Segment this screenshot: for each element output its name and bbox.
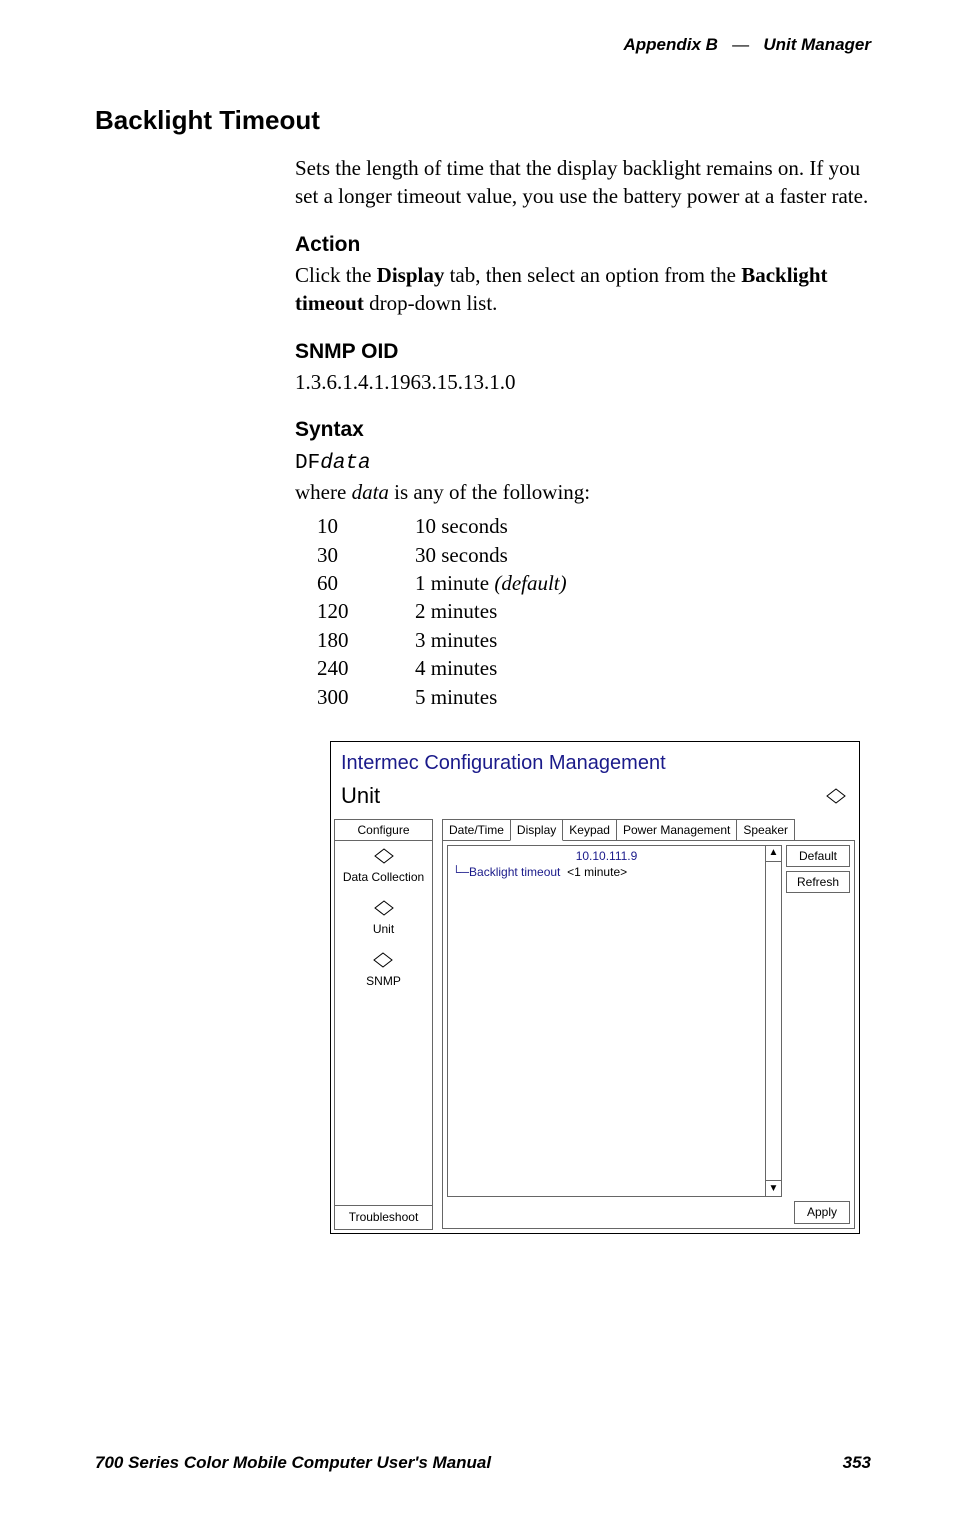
running-header: Appendix B — Unit Manager [95,35,871,55]
option-code: 300 [317,683,415,711]
row-value: <1 minute> [567,865,627,879]
action-text-pre: Click the [295,263,377,287]
tab[interactable]: Keypad [562,819,617,841]
option-desc: 30 seconds [415,541,567,569]
settings-listbox[interactable]: 10.10.111.9 └─Backlight timeout <1 minut… [447,845,782,1198]
option-code: 180 [317,626,415,654]
syntax-heading: Syntax [295,416,871,444]
listbox-row-backlight[interactable]: └─Backlight timeout <1 minute> [452,864,761,880]
tab[interactable]: Date/Time [442,819,511,841]
sidebar-item-label: Data Collection [343,869,424,885]
refresh-button[interactable]: Refresh [786,871,850,893]
listbox-ip: 10.10.111.9 [452,848,761,864]
scroll-up-icon[interactable]: ▲ [766,846,781,862]
option-desc: 10 seconds [415,512,567,540]
intro-paragraph: Sets the length of time that the display… [295,154,871,211]
option-desc: 3 minutes [415,626,567,654]
scroll-down-icon[interactable]: ▼ [766,1180,781,1196]
option-desc: 2 minutes [415,597,567,625]
where-post: is any of the following: [389,480,590,504]
sidebar-tab-configure[interactable]: Configure [334,819,433,841]
action-heading: Action [295,231,871,259]
unit-label: Unit [341,781,380,811]
sidebar-item[interactable]: SNMP [366,951,401,989]
option-desc: 1 minute (default) [415,569,567,597]
syntax-where: where data is any of the following: [295,478,871,506]
action-text-mid: tab, then select an option from the [444,263,741,287]
sidebar: Configure Data Collection Unit SNMP Troubl… [331,815,436,1233]
action-paragraph: Click the Display tab, then select an op… [295,261,871,318]
footer-page-number: 353 [843,1453,871,1473]
options-row: 1202 minutes [317,597,567,625]
option-code: 30 [317,541,415,569]
action-bold-display: Display [377,263,445,287]
header-appendix: Appendix B [624,35,718,54]
option-code: 240 [317,654,415,682]
syntax-code-prefix: DF [295,452,320,475]
sidebar-item-icon [370,951,396,969]
tabs-row: Date/TimeDisplayKeypadPower ManagementSp… [442,819,855,841]
default-button[interactable]: Default [786,845,850,867]
option-default-marker: (default) [494,571,566,595]
options-row: 1010 seconds [317,512,567,540]
apply-button[interactable]: Apply [794,1201,850,1223]
tab[interactable]: Speaker [736,819,795,841]
option-desc: 5 minutes [415,683,567,711]
unit-icon [823,787,849,805]
sidebar-tab-troubleshoot[interactable]: Troubleshoot [334,1206,433,1229]
action-text-post: drop-down list. [364,291,498,315]
sidebar-item-icon [371,847,397,865]
footer-manual: 700 Series Color Mobile Computer User's … [95,1453,491,1473]
option-code: 60 [317,569,415,597]
scrollbar[interactable]: ▲ ▼ [765,846,781,1197]
where-pre: where [295,480,352,504]
options-row: 601 minute (default) [317,569,567,597]
tab[interactable]: Power Management [616,819,737,841]
options-row: 3030 seconds [317,541,567,569]
sidebar-item[interactable]: Data Collection [343,847,424,885]
options-row: 2404 minutes [317,654,567,682]
snmp-oid: 1.3.6.1.4.1.1963.15.13.1.0 [295,368,871,396]
row-label: Backlight timeout [469,865,560,879]
syntax-code-var: data [320,452,370,475]
screenshot-title: Intermec Configuration Management [331,742,859,781]
sidebar-item[interactable]: Unit [371,899,397,937]
snmp-heading: SNMP OID [295,338,871,366]
sidebar-item-icon [371,899,397,917]
tab[interactable]: Display [510,819,563,841]
where-var: data [352,480,389,504]
option-code: 10 [317,512,415,540]
header-section: Unit Manager [763,35,871,54]
syntax-line: DFdata [295,447,871,478]
options-row: 3005 minutes [317,683,567,711]
options-row: 1803 minutes [317,626,567,654]
sidebar-item-label: Unit [373,921,394,937]
options-table: 1010 seconds3030 seconds601 minute (defa… [317,512,567,710]
option-desc: 4 minutes [415,654,567,682]
sidebar-item-label: SNMP [366,973,401,989]
page-footer: 700 Series Color Mobile Computer User's … [95,1453,871,1473]
page-title: Backlight Timeout [95,105,871,136]
header-dash: — [732,35,749,54]
option-code: 120 [317,597,415,625]
config-screenshot: Intermec Configuration Management Unit C… [330,741,860,1234]
